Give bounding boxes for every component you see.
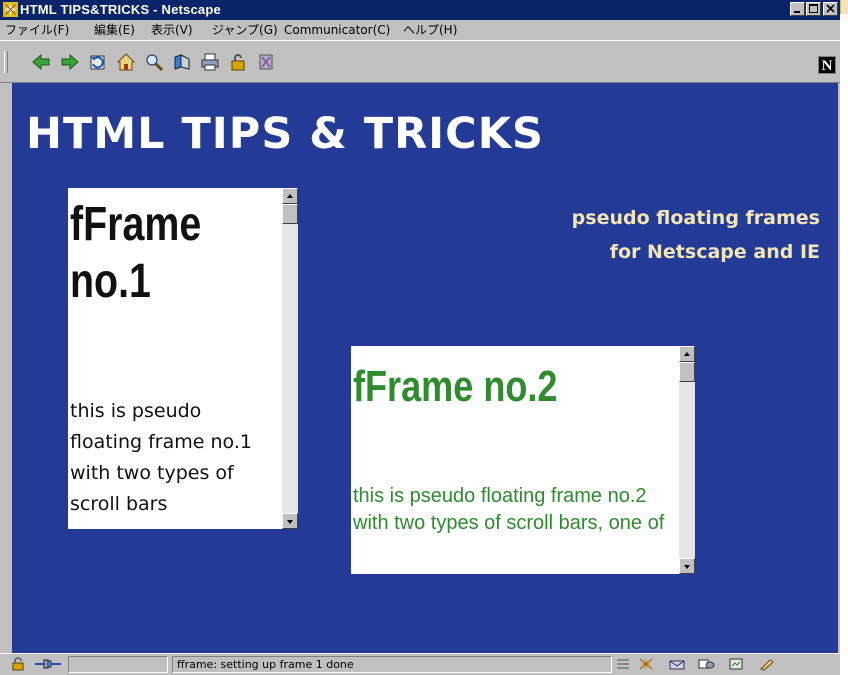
netscape-app-icon bbox=[3, 2, 18, 17]
grip-icon[interactable] bbox=[615, 657, 633, 671]
netscape-logo[interactable]: N bbox=[818, 56, 836, 74]
frame-2-scroll-thumb[interactable] bbox=[679, 362, 695, 382]
frame-1-heading-line-1: fFrame bbox=[70, 198, 202, 251]
floating-frame-1[interactable]: fFrame no.1 this is pseudo floating fram… bbox=[68, 188, 298, 529]
progress-panel bbox=[68, 656, 168, 673]
frame-2-scroll-down-button[interactable] bbox=[679, 558, 695, 574]
close-icon bbox=[826, 4, 835, 13]
status-bar: fframe: setting up frame 1 done bbox=[0, 653, 840, 675]
menu-bar: ファイル(F) 編集(E) 表示(V) ジャンプ(G) Communicator… bbox=[0, 20, 840, 40]
lock-icon[interactable] bbox=[10, 657, 26, 671]
page-subtitle: pseudo floating frames for Netscape and … bbox=[572, 201, 820, 269]
forward-icon[interactable] bbox=[59, 51, 81, 73]
print-icon[interactable] bbox=[199, 51, 221, 73]
browser-window: HTML TIPS&TRICKS - Netscape ファイル(F) 編集(E… bbox=[0, 0, 840, 675]
minimize-icon bbox=[794, 11, 800, 13]
menu-file[interactable]: ファイル(F) bbox=[5, 23, 69, 37]
composer-icon[interactable] bbox=[758, 657, 776, 671]
status-text: fframe: setting up frame 1 done bbox=[177, 658, 354, 671]
maximize-icon bbox=[809, 4, 818, 13]
frame-2-heading: fFrame no.2 bbox=[353, 362, 558, 411]
navigation-toolbar: N bbox=[0, 40, 840, 83]
menu-go[interactable]: ジャンプ(G) bbox=[212, 23, 278, 37]
frame-1-scrollbar[interactable] bbox=[282, 188, 298, 529]
security-icon[interactable] bbox=[227, 51, 249, 73]
desktop-edge bbox=[840, 0, 848, 675]
frame-2-scroll-up-button[interactable] bbox=[679, 346, 695, 362]
frame-1-heading-line-2: no.1 bbox=[70, 255, 151, 308]
frame-1-body: this is pseudo floating frame no.1 with … bbox=[70, 400, 252, 515]
frame-1-scroll-thumb[interactable] bbox=[282, 204, 298, 224]
frame-1-scroll-up-button[interactable] bbox=[282, 188, 298, 204]
stop-icon[interactable] bbox=[255, 51, 277, 73]
maximize-button[interactable] bbox=[806, 2, 821, 16]
back-icon[interactable] bbox=[30, 51, 52, 73]
page-content: HTML TIPS & TRICKS pseudo floating frame… bbox=[12, 83, 838, 653]
subtitle-line-1: pseudo floating frames bbox=[571, 207, 820, 229]
frame-2-scrollbar[interactable] bbox=[679, 346, 695, 574]
frame-1-heading: fFrame no.1 bbox=[70, 196, 234, 310]
menu-view[interactable]: 表示(V) bbox=[151, 23, 193, 37]
menu-edit[interactable]: 編集(E) bbox=[94, 23, 135, 37]
connection-icon bbox=[35, 659, 61, 669]
newsgroup-icon[interactable] bbox=[697, 657, 715, 671]
title-bar[interactable]: HTML TIPS&TRICKS - Netscape bbox=[0, 0, 840, 20]
page-title: HTML TIPS & TRICKS bbox=[26, 109, 545, 159]
window-title: HTML TIPS&TRICKS - Netscape bbox=[20, 2, 221, 17]
netscape-guide-icon[interactable] bbox=[171, 51, 193, 73]
home-icon[interactable] bbox=[115, 51, 137, 73]
reload-icon[interactable] bbox=[87, 51, 109, 73]
address-book-icon[interactable] bbox=[727, 657, 745, 671]
close-button[interactable] bbox=[823, 2, 838, 16]
floating-frame-2[interactable]: fFrame no.2 this is pseudo floating fram… bbox=[351, 346, 695, 574]
toolbar-grip[interactable] bbox=[4, 51, 8, 73]
frame-1-scroll-down-button[interactable] bbox=[282, 513, 298, 529]
desktop-edge-tab bbox=[840, 0, 848, 14]
menu-communicator[interactable]: Communicator(C) bbox=[284, 23, 390, 37]
search-icon[interactable] bbox=[143, 51, 165, 73]
minimize-button[interactable] bbox=[790, 2, 805, 16]
mail-icon[interactable] bbox=[668, 657, 686, 671]
menu-help[interactable]: ヘルプ(H) bbox=[403, 23, 457, 37]
navigator-icon[interactable] bbox=[637, 657, 655, 671]
frame-2-body: this is pseudo floating frame no.2 with … bbox=[353, 485, 665, 534]
subtitle-line-2: for Netscape and IE bbox=[609, 241, 820, 263]
